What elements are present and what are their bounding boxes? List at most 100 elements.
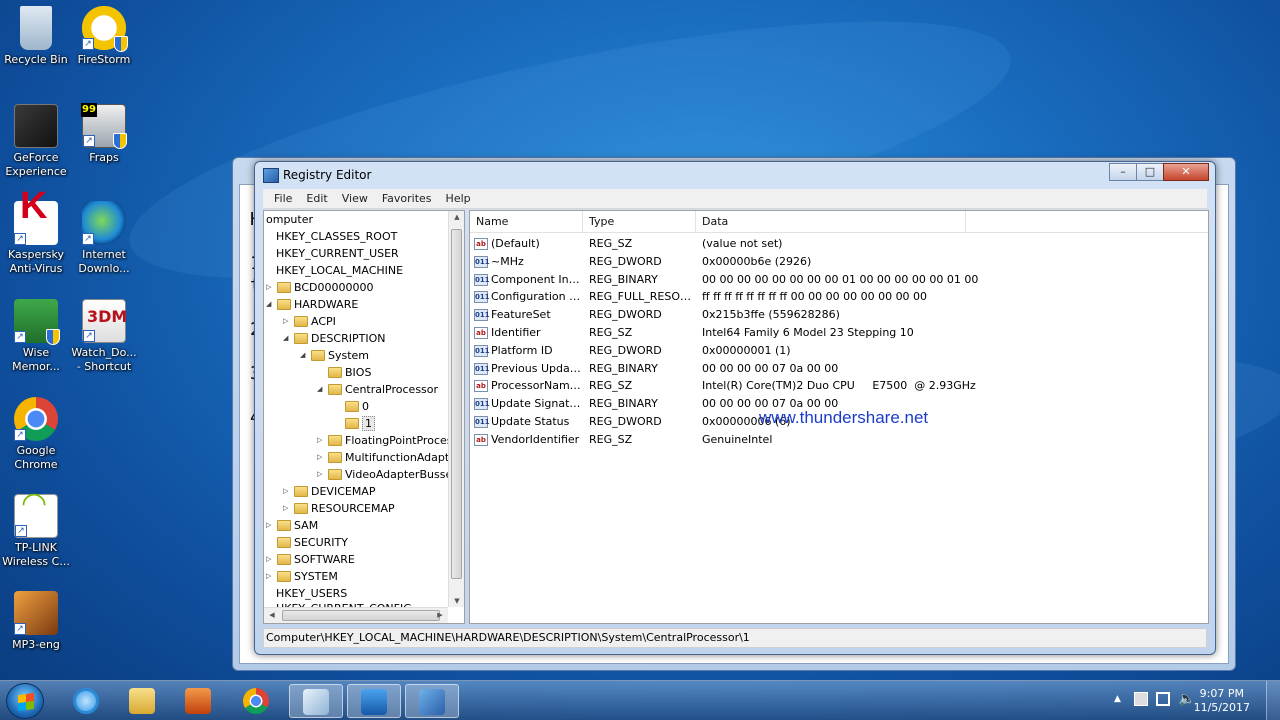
value-row[interactable]: 011~MHz REG_DWORD 0x00000b6e (2926) [470,253,1208,271]
menu-view[interactable]: View [335,192,375,205]
tree-item-cpu1-selected[interactable]: 1 [334,415,375,432]
desktop-icon-watch-dogs[interactable]: 3DM ↗ Watch_Do... - Shortcut [68,299,140,374]
scrollbar-thumb[interactable] [282,610,440,621]
taskbar-ie[interactable] [60,684,114,718]
collapsed-arrow-icon[interactable]: ▷ [317,432,327,449]
value-row[interactable]: 011Previous Update... REG_BINARY 00 00 00 … [470,360,1208,378]
expanded-arrow-icon[interactable]: ◢ [283,330,293,347]
desktop-icon-idm[interactable]: ↗ Internet Downlo... [68,201,140,276]
tree-item-hkcu[interactable]: HKEY_CURRENT_USER [266,245,399,262]
tree-item-hkcr[interactable]: HKEY_CLASSES_ROOT [266,228,397,245]
column-header-type[interactable]: Type [583,211,696,233]
folder-icon [129,688,155,714]
column-header-name[interactable]: Name [470,211,583,233]
value-row[interactable]: ab Identifier REG_SZ Intel64 Family 6 Model… [470,324,1208,342]
desktop-icon-label: FireStorm [77,53,131,66]
scroll-down-icon[interactable]: ▼ [449,597,464,605]
tree-item-system[interactable]: ◢ System [300,347,369,364]
menu-edit[interactable]: Edit [299,192,334,205]
maximize-button[interactable]: □ [1136,163,1164,181]
network-icon[interactable] [1156,692,1170,706]
value-name: Configuration D... [491,290,582,304]
collapsed-arrow-icon[interactable]: ▷ [266,279,276,296]
show-desktop-button[interactable] [1266,681,1280,720]
desktop-icon-firestorm[interactable]: ↗ FireStorm [68,6,140,67]
key-tree[interactable]: omputer HKEY_CLASSES_ROOT HKEY_CURRENT_U… [263,210,465,624]
tree-item-sam[interactable]: ▷ SAM [266,517,318,534]
registry-editor-window[interactable]: Registry Editor – □ ✕ File Edit View Fav… [254,161,1216,655]
desktop-icon-kaspersky[interactable]: K ↗ Kaspersky Anti-Virus [0,187,72,276]
value-name: ProcessorName... [491,379,582,393]
scrollbar-thumb[interactable] [451,229,462,579]
desktop-icon-mp3[interactable]: ↗ MP3-eng [0,591,72,652]
taskbar-explorer[interactable] [116,684,170,718]
menu-file[interactable]: File [267,192,299,205]
desktop-icon-chrome[interactable]: ↗ Google Chrome [0,397,72,472]
desktop-icon-recycle-bin[interactable]: Recycle Bin [0,6,72,67]
column-header-data[interactable]: Data [696,211,966,233]
collapsed-arrow-icon[interactable]: ▷ [317,449,327,466]
tree-item-system-hive[interactable]: ▷ SYSTEM [266,568,338,585]
tree-item-description[interactable]: ◢ DESCRIPTION [283,330,385,347]
binary-value-icon: 011 [474,416,490,428]
tree-item-cpu0[interactable]: 0 [334,398,369,415]
desktop-icon-fraps[interactable]: 99 ↗ Fraps [68,103,140,165]
collapsed-arrow-icon[interactable]: ▷ [283,500,293,517]
tree-item-centralprocessor[interactable]: ◢ CentralProcessor [317,381,438,398]
value-row[interactable]: 011Component Inf... REG_BINARY 00 00 00 00… [470,271,1208,289]
start-button[interactable] [6,683,44,719]
scroll-right-icon[interactable]: ▶ [432,608,448,623]
clock[interactable]: 9:07 PM 11/5/2017 [1194,687,1250,715]
tree-item-acpi[interactable]: ▷ ACPI [283,313,336,330]
tree-horizontal-scrollbar[interactable]: ◀ ▶ [264,607,448,623]
collapsed-arrow-icon[interactable]: ▷ [283,483,293,500]
tree-item-bcd[interactable]: ▷ BCD00000000 [266,279,374,296]
collapsed-arrow-icon[interactable]: ▷ [283,313,293,330]
expanded-arrow-icon[interactable]: ◢ [300,347,310,364]
collapsed-arrow-icon[interactable]: ▷ [317,466,327,483]
tree-item-resourcemap[interactable]: ▷ RESOURCEMAP [283,500,395,517]
tree-item-devicemap[interactable]: ▷ DEVICEMAP [283,483,375,500]
expanded-arrow-icon[interactable]: ◢ [266,296,276,313]
title-bar[interactable]: Registry Editor – □ ✕ [255,162,1215,188]
close-button[interactable]: ✕ [1163,163,1209,181]
desktop-icon-tplink[interactable]: ◠ ↗ TP-LINK Wireless C... [0,489,72,569]
minimize-button[interactable]: – [1109,163,1137,181]
taskbar-registry-editor[interactable] [405,684,459,718]
action-center-icon[interactable] [1134,692,1148,706]
taskbar-chrome[interactable] [230,684,284,718]
collapsed-arrow-icon[interactable]: ▷ [266,517,276,534]
values-list[interactable]: Name Type Data ab (Default) REG_SZ (value n… [469,210,1209,624]
value-row[interactable]: 011Configuration D... REG_FULL_RESOU... ff… [470,288,1208,306]
taskbar-notepad[interactable] [289,684,343,718]
tree-item-videoadapter[interactable]: ▷ VideoAdapterBusses [317,466,458,483]
tree-item-multifunction[interactable]: ▷ MultifunctionAdapte [317,449,456,466]
menu-help[interactable]: Help [439,192,478,205]
value-row[interactable]: 011Platform ID REG_DWORD 0x00000001 (1) [470,342,1208,360]
menu-favorites[interactable]: Favorites [375,192,439,205]
taskbar-remote[interactable] [347,684,401,718]
tree-item-software[interactable]: ▷ SOFTWARE [266,551,355,568]
tree-item-security[interactable]: SECURITY [266,534,348,551]
scroll-up-icon[interactable]: ▲ [449,213,464,221]
value-row[interactable]: ab VendorIdentifier REG_SZ GenuineIntel [470,431,1208,449]
value-row[interactable]: 011FeatureSet REG_DWORD 0x215b3ffe (559628… [470,306,1208,324]
value-row[interactable]: ab ProcessorName... REG_SZ Intel(R) Core(TM… [470,377,1208,395]
tree-item-computer[interactable]: omputer [266,211,313,228]
taskbar-media-player[interactable] [172,684,226,718]
scroll-left-icon[interactable]: ◀ [264,608,280,623]
show-hidden-icons-icon[interactable]: ▲ [1114,694,1121,704]
tree-item-floatingpoint[interactable]: ▷ FloatingPointProces [317,432,453,449]
value-row[interactable]: ab (Default) REG_SZ (value not set) [470,235,1208,253]
expanded-arrow-icon[interactable]: ◢ [317,381,327,398]
notepad-icon [303,689,329,715]
collapsed-arrow-icon[interactable]: ▷ [266,568,276,585]
folder-icon [294,503,308,514]
tree-item-hklm[interactable]: HKEY_LOCAL_MACHINE [266,262,403,279]
tree-item-hardware[interactable]: ◢ HARDWARE [266,296,358,313]
tree-item-bios[interactable]: BIOS [317,364,371,381]
desktop-icon-wise-memory[interactable]: ↗ Wise Memor... [0,299,72,374]
tree-vertical-scrollbar[interactable]: ▲ ▼ [448,211,464,607]
collapsed-arrow-icon[interactable]: ▷ [266,551,276,568]
desktop-icon-geforce[interactable]: GeForce Experience [0,104,72,179]
